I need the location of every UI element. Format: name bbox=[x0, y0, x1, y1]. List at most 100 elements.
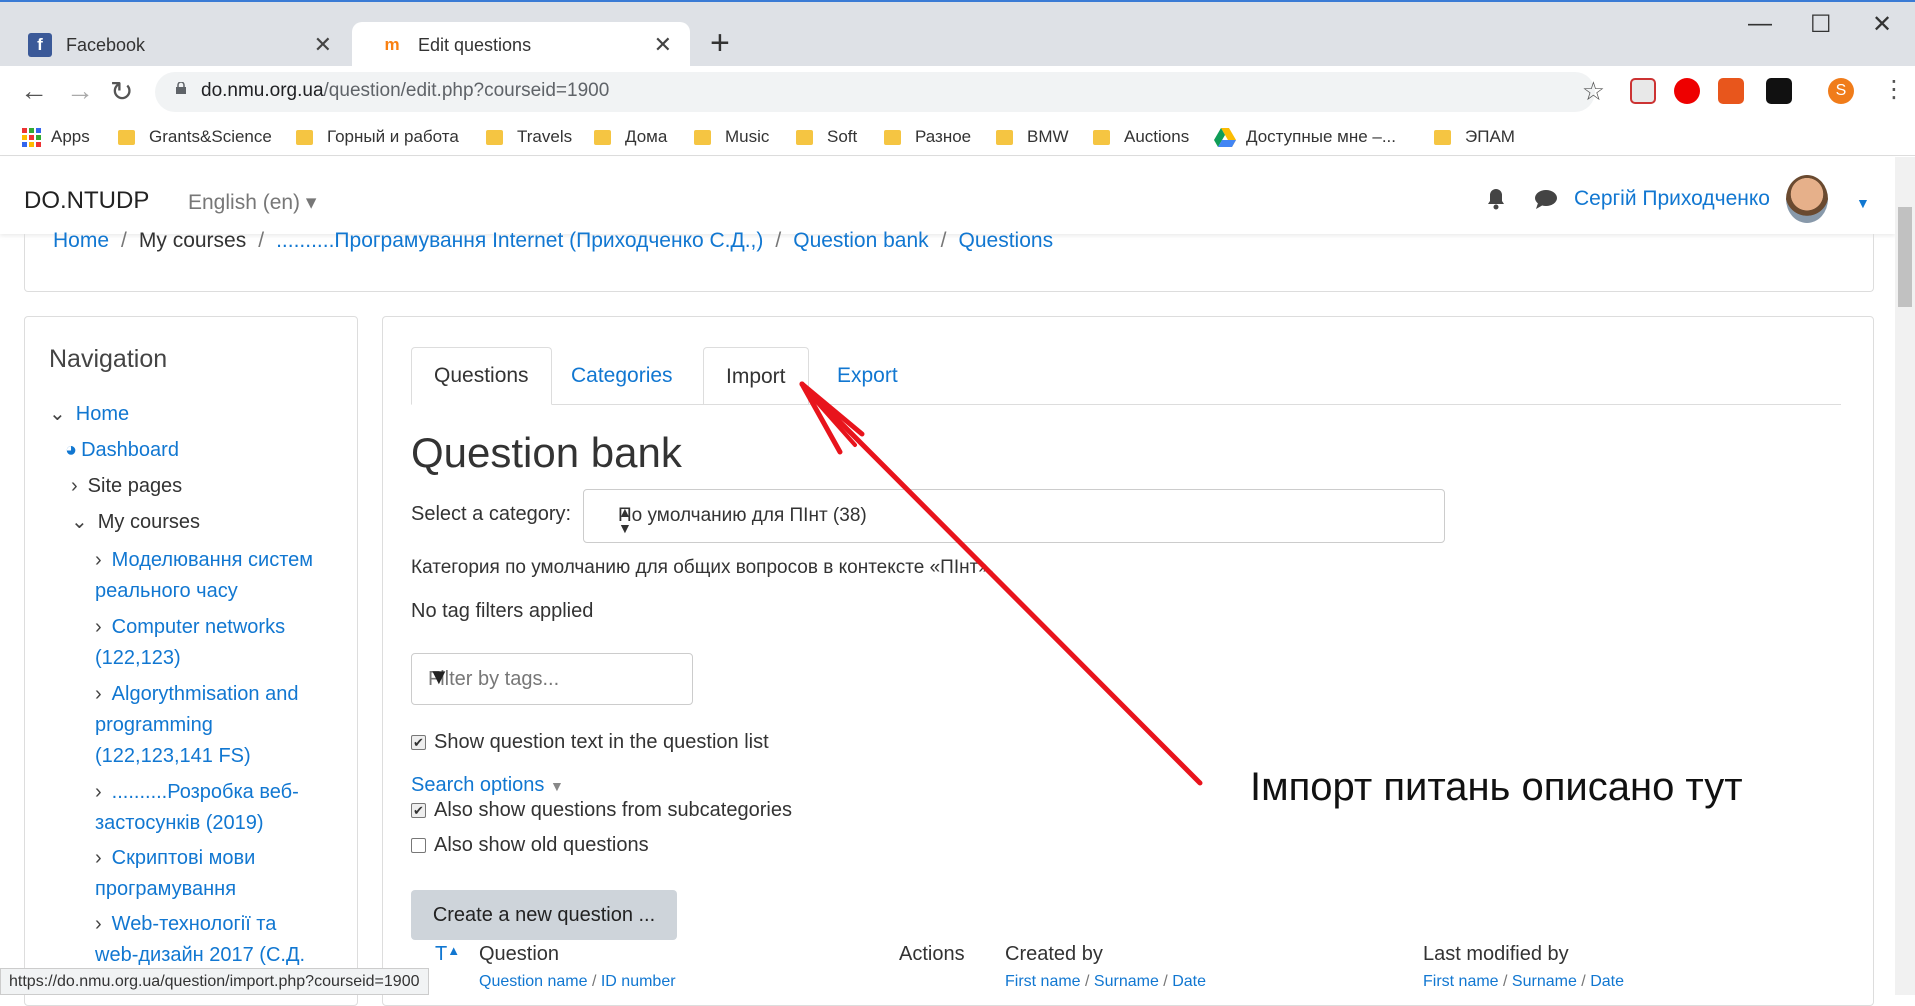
sort-date[interactable]: Date bbox=[1172, 973, 1206, 990]
chevron-down-icon: ⌄ bbox=[49, 403, 66, 425]
tab-questions[interactable]: Questions bbox=[411, 347, 552, 405]
bookmark-apps[interactable]: Apps bbox=[22, 127, 90, 147]
tab-import[interactable]: Import bbox=[703, 347, 809, 405]
user-name[interactable]: Сергій Приходченко bbox=[1574, 187, 1770, 211]
minimize-button[interactable]: — bbox=[1748, 10, 1772, 38]
old-questions-checkbox[interactable]: Also show old questions bbox=[411, 834, 649, 857]
column-question[interactable]: Question bbox=[479, 943, 559, 966]
bookmark-star-icon[interactable]: ☆ bbox=[1582, 76, 1605, 107]
bookmark-label: Music bbox=[725, 127, 770, 146]
close-tab-icon[interactable]: ✕ bbox=[654, 32, 672, 58]
checkbox-checked[interactable]: ✔ bbox=[411, 735, 426, 750]
chevron-right-icon: › bbox=[95, 616, 102, 638]
nav-course-item[interactable]: › Web-технології та web-дизайн 2017 (С.Д. bbox=[95, 909, 305, 971]
nav-course-item[interactable]: › Моделювання систем реального часу bbox=[95, 545, 313, 607]
main-region: Questions Categories Import Export Quest… bbox=[382, 316, 1874, 1006]
evernote-extension-icon[interactable] bbox=[1766, 78, 1792, 104]
bookmark-folder[interactable]: ЭПАМ bbox=[1434, 127, 1515, 147]
sort-surname[interactable]: Surname bbox=[1512, 973, 1577, 990]
bookmark-folder[interactable]: BMW bbox=[996, 127, 1069, 147]
nav-course-item[interactable]: › Algorythmisation and programming (122,123… bbox=[95, 679, 298, 772]
sort-question-name[interactable]: Question name bbox=[479, 973, 588, 990]
breadcrumb-course[interactable]: ..........Програмування Internet (Приход… bbox=[276, 229, 763, 252]
sort-surname[interactable]: Surname bbox=[1094, 973, 1159, 990]
bookmark-folder[interactable]: Soft bbox=[796, 127, 857, 147]
nav-item-site-pages[interactable]: › Site pages bbox=[71, 471, 182, 502]
subcategories-checkbox[interactable]: ✔ Also show questions from subcategories bbox=[411, 799, 792, 822]
nav-label: ..........Розробка веб- bbox=[111, 781, 299, 803]
menu-kebab-icon[interactable]: ⋮ bbox=[1882, 75, 1906, 104]
maximize-button[interactable]: ☐ bbox=[1810, 10, 1832, 39]
bookmark-google-drive[interactable]: Доступные мне –... bbox=[1214, 127, 1396, 147]
checkbox-unchecked[interactable] bbox=[411, 838, 426, 853]
pdf-extension-icon[interactable] bbox=[1630, 78, 1656, 104]
bookmark-folder[interactable]: Grants&Science bbox=[118, 127, 272, 147]
tab-export[interactable]: Export bbox=[815, 347, 920, 405]
separator: / bbox=[1576, 973, 1591, 990]
nav-item-home[interactable]: ⌄ Home bbox=[49, 399, 129, 430]
new-tab-button[interactable]: + bbox=[710, 24, 730, 63]
bookmark-folder[interactable]: Music bbox=[694, 127, 769, 147]
bookmark-label: Горный и работа bbox=[327, 127, 459, 146]
sort-date[interactable]: Date bbox=[1590, 973, 1624, 990]
forward-icon[interactable]: → bbox=[66, 75, 94, 107]
folder-icon bbox=[594, 129, 611, 145]
bell-icon[interactable] bbox=[1484, 187, 1508, 211]
bookmark-folder[interactable]: Auctions bbox=[1093, 127, 1189, 147]
category-select[interactable]: По умолчанию для ПІнт (38) ▲ ▼ bbox=[583, 489, 1445, 543]
sort-first-name[interactable]: First name bbox=[1005, 973, 1081, 990]
breadcrumb-separator: / bbox=[121, 229, 127, 252]
sort-first-name[interactable]: First name bbox=[1423, 973, 1499, 990]
separator: / bbox=[1080, 973, 1094, 990]
extension-icon[interactable] bbox=[1718, 78, 1744, 104]
site-brand[interactable]: DO.NTUDP bbox=[24, 187, 149, 215]
bookmarks-bar: Apps Grants&Science Горный и работа Trav… bbox=[0, 118, 1915, 156]
bookmark-label: Travels bbox=[517, 127, 573, 146]
column-last-modified: Last modified by bbox=[1423, 943, 1569, 965]
tab-categories[interactable]: Categories bbox=[549, 347, 695, 405]
sort-type-column[interactable]: T▲ bbox=[435, 943, 460, 966]
close-tab-icon[interactable]: ✕ bbox=[314, 32, 332, 58]
chevron-down-icon[interactable]: ▼ bbox=[1856, 195, 1870, 211]
nav-course-item[interactable]: › Скриптові мови програмування bbox=[95, 843, 255, 905]
breadcrumb-questions[interactable]: Questions bbox=[959, 229, 1054, 252]
folder-icon bbox=[1093, 129, 1110, 145]
messages-icon[interactable] bbox=[1534, 189, 1558, 209]
close-window-button[interactable]: ✕ bbox=[1872, 10, 1892, 39]
caret-down-icon: ▼ bbox=[549, 778, 564, 794]
dashboard-icon: ◕ bbox=[65, 439, 78, 461]
bookmark-folder[interactable]: Горный и работа bbox=[296, 127, 459, 147]
back-icon[interactable]: ← bbox=[20, 75, 48, 107]
url-path: /question/edit.php?courseid=1900 bbox=[323, 80, 610, 101]
opera-extension-icon[interactable] bbox=[1674, 78, 1700, 104]
url-text: do.nmu.org.ua/question/edit.php?courseid… bbox=[201, 80, 609, 102]
nav-course-item[interactable]: › ..........Розробка веб-застосунків (201… bbox=[95, 777, 299, 839]
checkbox-label: Also show old questions bbox=[434, 834, 649, 856]
breadcrumb-home[interactable]: Home bbox=[53, 229, 109, 252]
reload-icon[interactable]: ↻ bbox=[110, 75, 133, 108]
search-options-label: Search options bbox=[411, 774, 545, 796]
scrollbar-thumb[interactable] bbox=[1898, 207, 1912, 307]
checkbox-checked[interactable]: ✔ bbox=[411, 803, 426, 818]
bookmark-folder[interactable]: Travels bbox=[486, 127, 572, 147]
create-question-button[interactable]: Create a new question ... bbox=[411, 890, 677, 940]
search-options-toggle[interactable]: Search options ▼ bbox=[411, 774, 564, 797]
nav-item-dashboard[interactable]: ◕ Dashboard bbox=[65, 435, 179, 466]
nav-course-item[interactable]: › Computer networks (122,123) bbox=[95, 612, 285, 674]
bookmark-folder[interactable]: Разное bbox=[884, 127, 971, 147]
breadcrumb-my-courses[interactable]: My courses bbox=[139, 229, 246, 252]
tag-filter-input[interactable]: Filter by tags... ▼ bbox=[411, 653, 693, 705]
nav-item-my-courses[interactable]: ⌄ My courses bbox=[71, 507, 200, 538]
page-scrollbar[interactable] bbox=[1895, 157, 1915, 995]
sort-id-number[interactable]: ID number bbox=[601, 973, 676, 990]
show-text-checkbox[interactable]: ✔ Show question text in the question lis… bbox=[411, 731, 769, 754]
bookmark-folder[interactable]: Дома bbox=[594, 127, 667, 147]
language-menu[interactable]: English (en) ▾ bbox=[188, 190, 316, 215]
browser-tab-facebook[interactable]: f Facebook ✕ bbox=[0, 22, 350, 68]
browser-tab-edit-questions[interactable]: m Edit questions ✕ bbox=[352, 22, 690, 68]
breadcrumb-question-bank[interactable]: Question bank bbox=[793, 229, 928, 252]
address-bar[interactable]: do.nmu.org.ua/question/edit.php?courseid… bbox=[155, 72, 1605, 112]
avatar[interactable] bbox=[1786, 175, 1828, 223]
profile-avatar[interactable]: S bbox=[1828, 78, 1854, 104]
nav-label: Web-технології та bbox=[111, 913, 277, 935]
